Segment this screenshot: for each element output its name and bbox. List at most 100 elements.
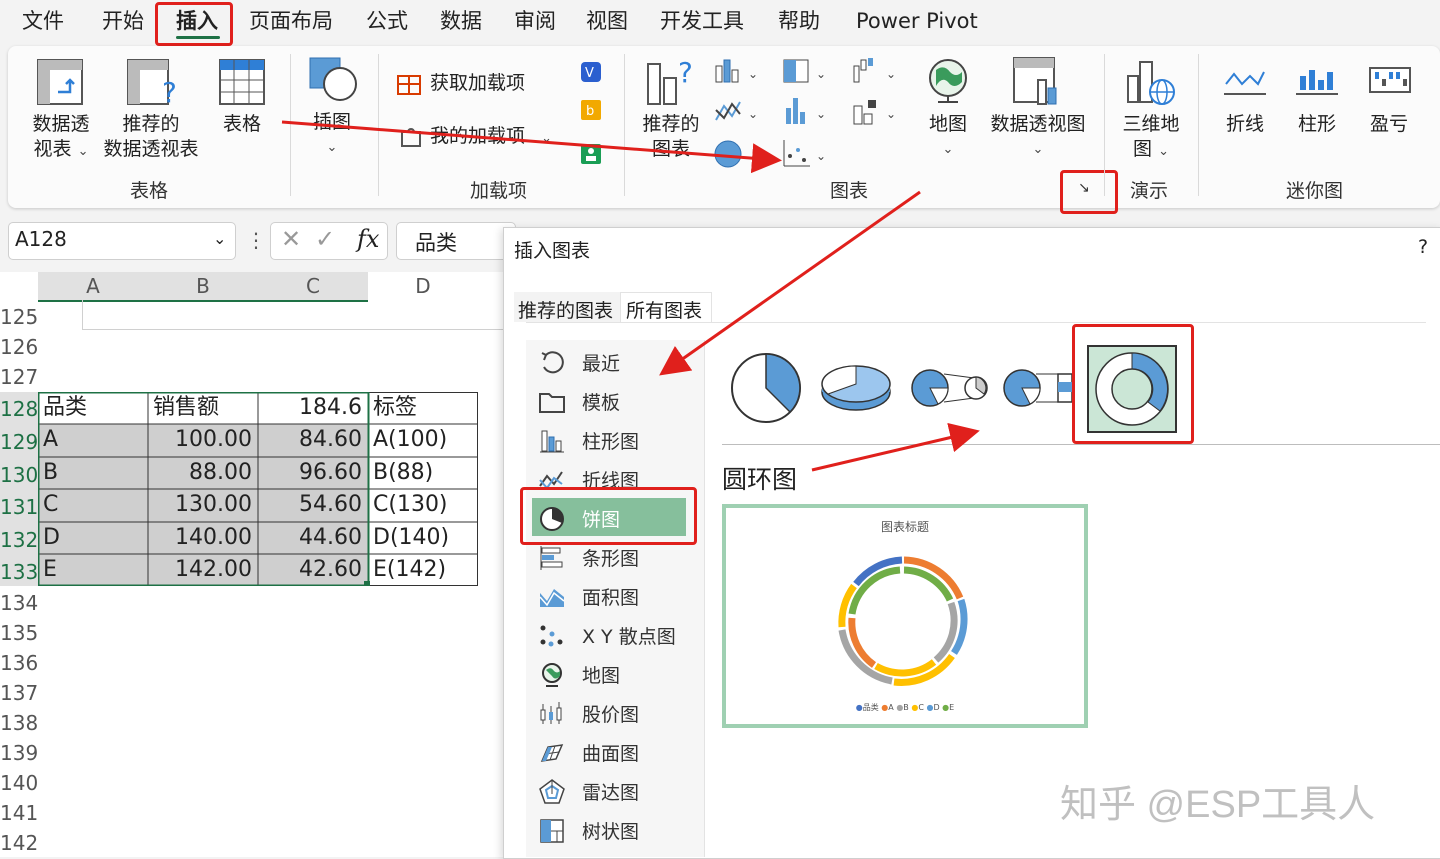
category-stock[interactable]: 股价图 <box>534 696 684 732</box>
3d-map-button[interactable]: 三维地 图 ⌄ <box>1116 112 1186 164</box>
menu-view[interactable]: 视图 <box>586 6 628 36</box>
pivot-table-button[interactable]: 数据透 视表 ⌄ <box>26 112 96 164</box>
tab-all-charts[interactable]: 所有图表 <box>626 296 702 323</box>
table-cell[interactable]: 130.00 <box>148 489 258 521</box>
menu-formulas[interactable]: 公式 <box>366 6 408 36</box>
category-bar[interactable]: 条形图 <box>534 540 684 576</box>
table-cell[interactable]: D(140) <box>368 522 478 554</box>
sparkline-winloss-button[interactable]: 盈亏 <box>1366 112 1412 137</box>
category-surface[interactable]: 曲面图 <box>534 735 684 771</box>
category-treemap[interactable]: 树状图 <box>534 813 684 849</box>
row-header[interactable]: 137 <box>0 678 38 708</box>
category-map[interactable]: 地图 <box>534 657 684 693</box>
table-cell[interactable]: 140.00 <box>148 522 258 554</box>
chevron-down-icon[interactable]: ⌄ <box>213 229 226 248</box>
chart-type-icons[interactable]: ⌄ ⌄ ⌄ ⌄ ⌄ ⌄ ⌄ <box>712 56 902 176</box>
menu-power-pivot[interactable]: Power Pivot <box>856 6 978 36</box>
table-cell[interactable]: D <box>38 522 148 554</box>
table-cell[interactable]: 88.00 <box>148 457 258 489</box>
column-header-b[interactable]: B <box>148 272 258 300</box>
category-templates[interactable]: 模板 <box>534 384 684 420</box>
row-header[interactable]: 141 <box>0 798 38 828</box>
row-header[interactable]: 139 <box>0 738 38 768</box>
row-header[interactable]: 133 <box>0 557 38 587</box>
table-cell[interactable]: E <box>38 554 148 586</box>
menu-file[interactable]: 文件 <box>22 6 64 36</box>
3d-pie-subtype-icon[interactable] <box>818 354 898 420</box>
row-header[interactable]: 140 <box>0 768 38 798</box>
table-cell[interactable]: A(100) <box>368 424 478 456</box>
row-header[interactable]: 134 <box>0 588 38 618</box>
row-header[interactable]: 142 <box>0 828 38 858</box>
pivot-chart-button[interactable]: 数据透视图 ⌄ <box>986 112 1090 162</box>
formula-input[interactable]: 品类 <box>396 222 516 260</box>
menu-page-layout[interactable]: 页面布局 <box>249 6 333 36</box>
table-cell[interactable]: B(88) <box>368 457 478 489</box>
column-header-d[interactable]: D <box>368 272 478 300</box>
table-cell[interactable]: 96.60 <box>258 457 368 489</box>
sparkline-winloss-icon <box>1369 67 1411 93</box>
menu-developer[interactable]: 开发工具 <box>660 6 744 36</box>
row-header[interactable]: 138 <box>0 708 38 738</box>
table-cell[interactable]: 54.60 <box>258 489 368 521</box>
svg-text:b: b <box>586 104 594 119</box>
row-header[interactable]: 131 <box>0 492 38 522</box>
row-header[interactable]: 127 <box>0 362 38 392</box>
table-cell[interactable]: 品类 <box>38 392 148 424</box>
table-cell[interactable]: B <box>38 457 148 489</box>
row-header[interactable]: 132 <box>0 525 38 555</box>
category-column[interactable]: 柱形图 <box>534 423 684 459</box>
fx-icon[interactable]: fx <box>357 225 379 253</box>
table-cell[interactable]: C <box>38 489 148 521</box>
column-header-a[interactable]: A <box>38 272 148 300</box>
menu-data[interactable]: 数据 <box>440 6 482 36</box>
row-header[interactable]: 135 <box>0 618 38 648</box>
sparkline-column-button[interactable]: 柱形 <box>1294 112 1340 137</box>
name-box[interactable]: A128 ⌄ <box>8 222 236 260</box>
pie-of-pie-subtype-icon[interactable] <box>908 360 992 416</box>
row-header[interactable]: 125 <box>0 302 38 332</box>
my-addins-button[interactable]: 我的加载项 ⌄ <box>430 124 552 151</box>
recommended-pivot-button[interactable]: 推荐的 数据透视表 <box>100 112 202 162</box>
table-cell[interactable]: A <box>38 424 148 456</box>
column-header-c[interactable]: C <box>258 272 368 300</box>
row-header[interactable]: 126 <box>0 332 38 362</box>
category-recent[interactable]: 最近 <box>534 345 684 381</box>
table-cell[interactable]: E(142) <box>368 554 478 586</box>
table-cell[interactable]: 销售额 <box>148 392 258 424</box>
check-icon[interactable]: ✓ <box>315 225 335 253</box>
row-header[interactable]: 128 <box>0 394 38 424</box>
table-cell[interactable]: 84.60 <box>258 424 368 456</box>
row-header[interactable]: 130 <box>0 460 38 490</box>
category-scatter[interactable]: X Y 散点图 <box>534 618 684 654</box>
menu-home[interactable]: 开始 <box>102 6 144 36</box>
table-cell[interactable]: 100.00 <box>148 424 258 456</box>
table-cell[interactable]: 184.6 <box>258 392 368 424</box>
table-cell[interactable]: C(130) <box>368 489 478 521</box>
table-cell[interactable]: 44.60 <box>258 522 368 554</box>
bar-of-pie-subtype-icon[interactable] <box>1000 360 1076 416</box>
more-options-icon[interactable]: ⋮ <box>246 228 266 252</box>
help-button[interactable]: ? <box>1418 236 1428 258</box>
pie-subtype-icon[interactable] <box>728 348 808 428</box>
tab-recommended-charts[interactable]: 推荐的图表 <box>518 296 613 323</box>
merged-cell[interactable] <box>82 300 504 330</box>
category-radar[interactable]: 雷达图 <box>534 774 684 810</box>
get-addins-button[interactable]: 获取加载项 <box>430 71 525 96</box>
table-cell[interactable]: 42.60 <box>258 554 368 586</box>
table-cell[interactable]: 142.00 <box>148 554 258 586</box>
cancel-icon[interactable]: ✕ <box>281 225 301 253</box>
table-cell[interactable]: 标签 <box>368 392 478 424</box>
sparkline-line-button[interactable]: 折线 <box>1222 112 1268 137</box>
illustrations-button[interactable]: 插图 ⌄ <box>302 110 362 160</box>
row-header[interactable]: 129 <box>0 427 38 457</box>
svg-text:⌄: ⌄ <box>748 107 758 121</box>
recommended-pivot-icon: ? <box>127 59 177 108</box>
category-area[interactable]: 面积图 <box>534 579 684 615</box>
recommended-charts-button[interactable]: 推荐的 图表 <box>636 112 706 162</box>
row-header[interactable]: 136 <box>0 648 38 678</box>
table-button[interactable]: 表格 <box>212 112 272 137</box>
menu-help[interactable]: 帮助 <box>778 6 820 36</box>
maps-button[interactable]: 地图 ⌄ <box>920 112 976 162</box>
menu-review[interactable]: 审阅 <box>514 6 556 36</box>
